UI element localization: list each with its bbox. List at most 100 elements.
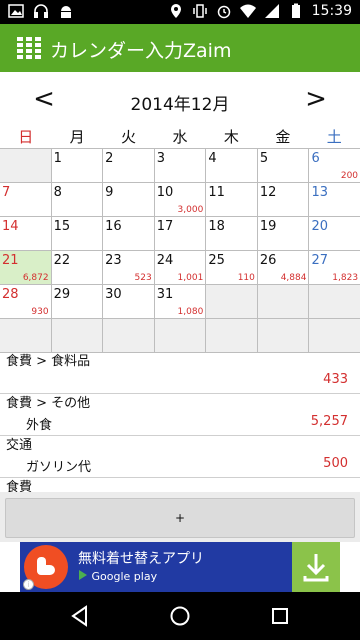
calendar-day-cell[interactable]: 6 200 [309,149,360,182]
entry-item[interactable]: 食費 [0,478,360,492]
calendar-day-cell[interactable]: 28 930 [0,285,52,318]
ad-title: 無料着せ替えアプリ [78,551,204,567]
next-month-button[interactable]: > [296,84,336,114]
calendar-day-number: 4 [208,151,217,166]
entry-subcategory: 外食 [26,418,53,433]
calendar-day-cell[interactable]: 1 [51,149,104,182]
calendar-day-cell[interactable]: 14 [0,217,52,250]
weekday-header: 日 月 火 水 木 金 土 [0,126,360,148]
calendar-day-number: 25 [208,253,225,268]
entry-subcategory: ガソリン代 [26,460,92,475]
calendar-day-amount: 1,001 [177,273,204,283]
entry-category: 食費 > その他 [6,396,91,411]
app-logo-icon[interactable] [16,36,42,60]
entry-amount: 500 [323,456,348,471]
calendar-day-cell[interactable]: 5 [257,149,310,182]
bottom-area: + [0,492,360,542]
calendar-day-cell[interactable]: 13 [309,183,360,216]
calendar-week-row: 1 2 3 4 5 6 200 [0,149,360,183]
calendar-empty-cell [154,319,207,352]
calendar-day-cell[interactable]: 22 [51,251,104,284]
app-bar: カレンダー入力Zaim [0,24,360,72]
calendar-day-cell[interactable]: 31 1,080 [154,285,207,318]
ad-download-button[interactable] [292,542,340,592]
android-icon [61,6,71,18]
entry-item[interactable]: 交通 ガソリン代 500 [0,436,360,478]
calendar-grid: 1 2 3 4 5 6 200 7 8 9 10 3,000 11 12 13 14 15 16 17 18 19 20 2… [0,148,360,353]
calendar-day-number: 8 [53,185,62,200]
calendar-day-cell[interactable]: 15 [51,217,104,250]
month-navigation: < 2014年12月 > [0,80,360,126]
calendar-day-cell[interactable]: 4 [206,149,258,182]
entry-category: 食費 > 食料品 [6,354,91,369]
calendar-day-cell[interactable]: 11 [206,183,258,216]
calendar-day-number: 7 [2,185,11,200]
calendar-empty-cell [0,319,52,352]
calendar-day-number: 29 [53,287,71,302]
calendar-day-amount: 1,823 [332,273,359,283]
add-entry-button[interactable]: + [5,498,355,538]
calendar-day-amount: 3,000 [177,205,204,215]
calendar-day-amount: 6,872 [22,273,49,283]
calendar-day-number: 11 [208,185,225,200]
calendar-day-cell[interactable]: 16 [103,217,155,250]
calendar-day-cell[interactable]: 19 [257,217,310,250]
calendar-day-cell[interactable]: 2 [103,149,155,182]
calendar-day-cell[interactable]: 20 [309,217,360,250]
calendar-day-cell[interactable]: 26 4,884 [257,251,310,284]
calendar-week-row: 21 6,872 22 23 523 24 1,001 25 110 26 4,884 27 1,823 [0,251,360,285]
calendar-day-number: 23 [105,253,122,268]
back-icon[interactable] [68,604,92,628]
calendar-day-amount: 4,884 [280,273,307,283]
calendar-day-cell[interactable]: 12 [257,183,310,216]
calendar-day-cell[interactable]: 10 3,000 [154,183,207,216]
calendar-day-cell[interactable]: 3 [154,149,207,182]
calendar-day-cell[interactable]: 30 [103,285,155,318]
calendar-day-cell[interactable]: 25 110 [206,251,258,284]
calendar-day-number: 27 [311,253,329,268]
calendar-empty-cell [257,319,310,352]
home-icon[interactable] [168,604,192,628]
calendar-day-number: 22 [53,253,71,268]
system-nav-bar [0,592,360,640]
calendar-day-cell[interactable]: 21 6,872 [0,251,52,284]
calendar-day-number: 9 [105,185,114,200]
calendar-week-row [0,319,360,353]
calendar-day-number: 30 [105,287,122,302]
weekday-mon: 月 [69,128,85,146]
calendar-week-row: 28 930 29 30 31 1,080 [0,285,360,319]
calendar-day-cell[interactable]: 17 [154,217,207,250]
google-play-icon [79,570,87,580]
calendar-day-number: 3 [156,151,166,166]
calendar-day-number: 15 [53,219,71,234]
calendar-day-number: 16 [105,219,122,234]
calendar-day-number: 13 [311,185,329,200]
calendar-day-cell[interactable]: 27 1,823 [309,251,360,284]
calendar-day-number: 17 [156,219,174,234]
calendar-day-cell[interactable]: 23 523 [103,251,155,284]
calendar-day-number: 5 [259,151,269,166]
entry-amount: 5,257 [310,414,348,429]
ad-info-icon[interactable]: i [23,579,34,590]
calendar-week-row: 7 8 9 10 3,000 11 12 13 [0,183,360,217]
vibrate-icon [192,4,207,18]
calendar-day-amount: 110 [237,273,255,283]
calendar-day-cell[interactable]: 29 [51,285,104,318]
signal-icon [264,4,279,18]
calendar-day-cell[interactable]: 18 [206,217,258,250]
entry-list: 食費 > 食料品 433 食費 > その他 外食 5,257 交通 ガソリン代 … [0,352,360,492]
calendar-day-cell[interactable]: 24 1,001 [154,251,207,284]
entry-item[interactable]: 食費 > 食料品 433 [0,352,360,394]
entry-item[interactable]: 食費 > その他 外食 5,257 [0,394,360,436]
location-icon [170,4,181,18]
calendar-week-row: 14 15 16 17 18 19 20 [0,217,360,251]
ad-banner[interactable]: 無料着せ替えアプリ Google play i [20,542,340,592]
calendar-day-number: 10 [156,185,174,200]
calendar-empty-cell [51,319,104,352]
weekday-sat: 土 [326,128,342,146]
recents-icon[interactable] [268,604,292,628]
calendar-day-cell[interactable]: 9 [103,183,155,216]
calendar-day-cell[interactable]: 7 [0,183,52,216]
calendar-day-cell[interactable]: 8 [51,183,104,216]
calendar-day-number: 2 [105,151,114,166]
